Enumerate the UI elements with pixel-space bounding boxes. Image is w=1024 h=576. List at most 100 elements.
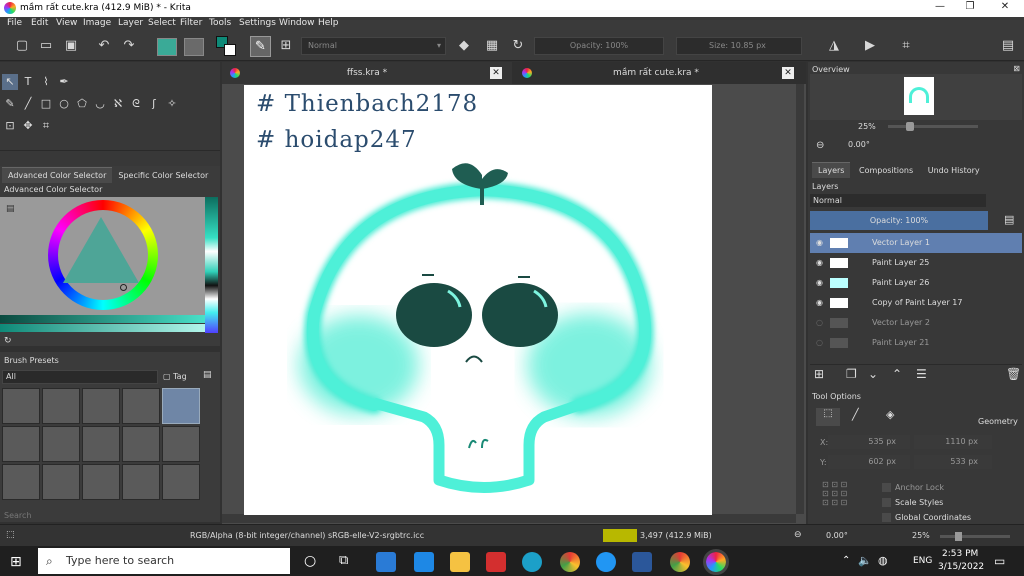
layer-row[interactable]: ○ Vector Layer 2 (810, 313, 1022, 333)
brush-preset[interactable] (42, 388, 80, 424)
color-history-strip[interactable] (205, 197, 218, 333)
zalo-icon[interactable] (596, 552, 616, 572)
menu-tools[interactable]: Tools (209, 18, 231, 28)
tab-undo-history[interactable]: Undo History (922, 163, 986, 179)
freehand-brush-icon[interactable]: ✎ (2, 96, 18, 112)
refresh-icon[interactable]: ↻ (4, 336, 12, 346)
menu-image[interactable]: Image (83, 18, 111, 28)
polyline-tool-icon[interactable]: ◡ (92, 96, 108, 112)
brush-preset[interactable] (82, 388, 120, 424)
close-tab-icon[interactable]: ✕ (782, 67, 794, 79)
brush-settings-icon[interactable]: ⊞ (278, 38, 294, 54)
menu-view[interactable]: View (56, 18, 77, 28)
close-button[interactable]: ✕ (990, 1, 1020, 16)
rectangle-tool-icon[interactable]: □ (38, 96, 54, 112)
layer-opacity-slider[interactable]: Opacity: 100% (810, 211, 988, 230)
height-field[interactable]: 533 px (914, 455, 992, 469)
eye-icon[interactable]: ◉ (816, 253, 823, 273)
brush-preset[interactable] (2, 464, 40, 500)
brush-preset[interactable] (122, 426, 160, 462)
layer-row[interactable]: ◉ Vector Layer 1 (810, 233, 1022, 253)
krita-taskbar-icon[interactable] (703, 549, 729, 575)
color-picker-handle[interactable] (120, 284, 127, 291)
add-layer-icon[interactable]: ⊞ (814, 367, 824, 381)
rotation-field[interactable]: 0.00° (832, 138, 962, 151)
foreground-pattern-swatch[interactable] (157, 38, 177, 56)
show-hidden-icons[interactable]: ⌃ (842, 555, 850, 566)
global-coordinates-checkbox[interactable] (882, 513, 891, 522)
menu-window[interactable]: Window (279, 18, 315, 28)
saturation-slider[interactable] (0, 315, 205, 323)
line-mode-icon[interactable]: ╱ (852, 408, 859, 421)
select-shapes-tool-icon[interactable]: ↖ (2, 74, 18, 90)
brush-preset[interactable] (122, 464, 160, 500)
value-slider[interactable] (0, 324, 205, 332)
y-field[interactable]: 602 px (828, 455, 910, 469)
slider-handle[interactable] (906, 122, 914, 131)
toolbox-scrollbar[interactable] (0, 150, 220, 160)
saturation-triangle[interactable] (63, 217, 139, 283)
tab-layers[interactable]: Layers (812, 162, 851, 178)
background-color-swatch[interactable] (224, 44, 236, 56)
move-down-icon[interactable]: ⌄ (868, 367, 878, 381)
brush-preset[interactable] (82, 464, 120, 500)
delete-layer-icon[interactable]: 🗑 (1006, 367, 1021, 381)
menu-edit[interactable]: Edit (31, 18, 48, 28)
brush-preset[interactable] (162, 464, 200, 500)
brush-preset[interactable] (82, 426, 120, 462)
chrome-profile-icon[interactable] (670, 552, 690, 572)
close-tab-icon[interactable]: ✕ (490, 67, 502, 79)
freehand-path-icon[interactable]: ᘓ (128, 96, 144, 112)
gradient-swatch[interactable] (184, 38, 204, 56)
brush-preset[interactable] (2, 388, 40, 424)
multibrush-icon[interactable]: ✧ (164, 96, 180, 112)
edit-shapes-tool-icon[interactable]: ⌇ (38, 74, 54, 90)
wrap-around-icon[interactable]: ⌗ (898, 38, 914, 54)
mail-icon[interactable] (414, 552, 434, 572)
opacity-slider[interactable]: Opacity: 100% (534, 37, 664, 55)
eye-icon[interactable]: ◉ (816, 233, 823, 253)
maximize-button[interactable]: ❐ (955, 1, 985, 16)
width-field[interactable]: 1110 px (914, 435, 992, 449)
tab-document-ffss[interactable]: ffss.kra * ✕ (222, 62, 512, 84)
text-tool-icon[interactable]: T (20, 74, 36, 90)
undo-icon[interactable]: ↶ (96, 38, 112, 54)
volume-icon[interactable]: 🔈 (858, 554, 872, 567)
overview-preview[interactable] (810, 74, 1022, 120)
network-icon[interactable]: ◍ (878, 554, 888, 567)
anchor-grid[interactable]: ⊡ ⊡ ⊡ ⊡ ⊡ ⊡ ⊡ ⊡ ⊡ (822, 480, 866, 524)
settings-icon[interactable]: ▤ (6, 204, 15, 214)
tab-compositions[interactable]: Compositions (853, 163, 919, 179)
layer-row[interactable]: ○ Paint Layer 21 (810, 333, 1022, 353)
rotate-canvas-icon[interactable]: ⊖ (794, 530, 802, 540)
hidden-eye-icon[interactable]: ○ (816, 313, 823, 333)
save-icon[interactable]: ▣ (63, 38, 79, 54)
overview-zoom-slider[interactable] (888, 122, 978, 131)
notification-icon[interactable]: ▭ (994, 554, 1005, 568)
brush-preset[interactable] (42, 464, 80, 500)
brush-search-input[interactable]: Search (4, 511, 31, 520)
eye-icon[interactable]: ◉ (816, 273, 823, 293)
bezier-tool-icon[interactable]: ℵ (110, 96, 126, 112)
move-up-icon[interactable]: ⌃ (892, 367, 902, 381)
line-tool-icon[interactable]: ╱ (20, 96, 36, 112)
brush-preset[interactable] (162, 426, 200, 462)
brush-preset[interactable] (122, 388, 160, 424)
tag-button[interactable]: ▢ Tag (163, 370, 197, 384)
layer-row[interactable]: ◉ Copy of Paint Layer 17 (810, 293, 1022, 313)
canvas-horizontal-scrollbar[interactable] (222, 514, 796, 523)
layer-blend-select[interactable]: Normal (810, 194, 986, 207)
move-tool-icon[interactable]: ✥ (20, 118, 36, 134)
brush-preset-selected[interactable] (162, 388, 200, 424)
windows-start-icon[interactable]: ⊞ (10, 554, 22, 570)
hidden-eye-icon[interactable]: ○ (816, 333, 823, 353)
alpha-lock-icon[interactable]: ▦ (484, 38, 500, 54)
crop-tool-icon[interactable]: ⌗ (38, 118, 54, 134)
store-icon[interactable] (376, 552, 396, 572)
open-document-icon[interactable]: ▭ (38, 38, 54, 54)
layer-row[interactable]: ◉ Paint Layer 25 (810, 253, 1022, 273)
transform-tool-icon[interactable]: ⊡ (2, 118, 18, 134)
brush-preset-button[interactable]: ✎ (250, 36, 271, 57)
canvas-vertical-scrollbar[interactable] (796, 84, 804, 514)
layer-row[interactable]: ◉ Paint Layer 26 (810, 273, 1022, 293)
